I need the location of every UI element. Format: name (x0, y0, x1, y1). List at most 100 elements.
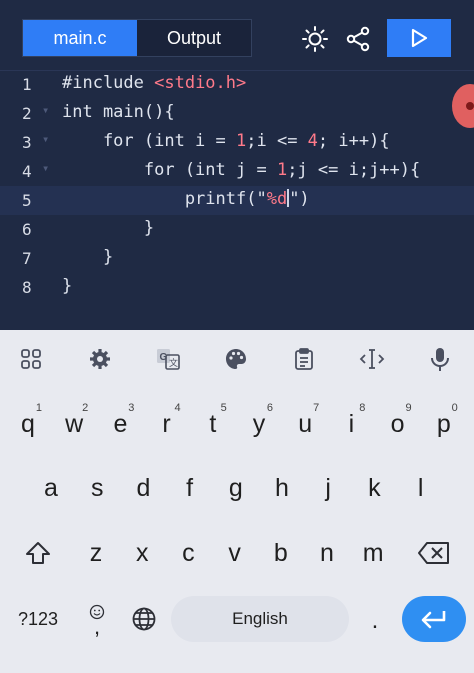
code-line: 1 #include <stdio.h> (0, 70, 474, 99)
line-number: 8 (22, 278, 32, 297)
code-text: #include <stdio.h> (62, 73, 247, 93)
key-h[interactable]: h (262, 464, 302, 512)
key-label: w (65, 409, 84, 438)
emoji-comma-key[interactable]: , (80, 596, 114, 642)
code-line-active: 5 printf("%d ") (0, 186, 474, 215)
key-x[interactable]: x (122, 529, 162, 577)
key-o[interactable]: o9 (378, 400, 418, 448)
code-area[interactable]: 1 #include <stdio.h> 2 ▾ int main(){ 3 ▾ for… (0, 70, 474, 302)
key-label: i (348, 409, 355, 438)
enter-icon (421, 611, 446, 629)
tab-output[interactable]: Output (137, 20, 251, 56)
apps-grid-icon[interactable] (13, 344, 49, 374)
key-label: u (298, 409, 313, 438)
text-caret (287, 189, 290, 207)
code-line: 8} (0, 273, 474, 302)
key-label: f (186, 473, 194, 502)
code-text: printf("%d ") (62, 189, 310, 209)
line-number: 4 (22, 162, 32, 181)
key-label: j (325, 473, 331, 502)
key-number-hint: 6 (266, 402, 273, 414)
gear-icon[interactable] (82, 344, 118, 374)
backspace-key[interactable] (412, 529, 456, 577)
key-number-hint: 1 (35, 402, 42, 414)
key-f[interactable]: f (170, 464, 210, 512)
code-text: } (62, 218, 155, 238)
fold-marker[interactable]: ▾ (42, 103, 49, 117)
key-c[interactable]: c (168, 529, 208, 577)
key-p[interactable]: p0 (424, 400, 464, 448)
key-label: x (135, 538, 149, 567)
key-a[interactable]: a (31, 464, 71, 512)
sun-icon[interactable] (298, 22, 332, 56)
key-m[interactable]: m (353, 529, 393, 577)
key-w[interactable]: w2 (54, 400, 94, 448)
key-t[interactable]: t5 (193, 400, 233, 448)
fold-marker[interactable]: ▾ (42, 161, 49, 175)
key-number-hint: 8 (359, 402, 366, 414)
line-number: 3 (22, 133, 32, 152)
key-label: q (21, 409, 35, 438)
tab-main-c[interactable]: main.c (23, 20, 137, 56)
key-d[interactable]: d (123, 464, 163, 512)
line-number: 1 (22, 75, 32, 94)
key-u[interactable]: u7 (285, 400, 325, 448)
code-text: for (int i = 1;i <= 4; i++){ (62, 131, 390, 151)
key-e[interactable]: e3 (100, 400, 140, 448)
key-label: l (417, 473, 424, 502)
key-q[interactable]: q1 (8, 400, 48, 448)
key-label: c (182, 538, 195, 567)
key-label: s (90, 473, 104, 502)
key-label: o (390, 409, 405, 438)
key-r[interactable]: r4 (147, 400, 187, 448)
key-n[interactable]: n (307, 529, 347, 577)
key-z[interactable]: z (76, 529, 116, 577)
period-key[interactable]: . (360, 604, 390, 638)
shift-key[interactable] (18, 529, 58, 577)
key-number-hint: 2 (82, 402, 89, 414)
globe-icon[interactable] (124, 598, 164, 640)
file-tabs: main.c Output (22, 19, 252, 57)
key-k[interactable]: k (354, 464, 394, 512)
line-number: 7 (22, 249, 32, 268)
code-line: 2 ▾ int main(){ (0, 99, 474, 128)
enter-key[interactable] (402, 596, 466, 642)
key-label: h (275, 473, 289, 502)
run-button[interactable] (387, 19, 451, 57)
key-label: z (89, 538, 103, 567)
key-label: n (320, 538, 334, 567)
line-number: 5 (22, 191, 32, 210)
code-line: 6 } (0, 215, 474, 244)
clipboard-icon[interactable] (286, 344, 322, 374)
space-bar[interactable]: English (171, 596, 349, 642)
key-label: d (136, 473, 151, 502)
key-number-hint: 5 (220, 402, 227, 414)
key-number-hint: 7 (313, 402, 320, 414)
line-number: 6 (22, 220, 32, 239)
symbols-key[interactable]: ?123 (8, 598, 68, 640)
code-line: 3 ▾ for (int i = 1;i <= 4; i++){ (0, 128, 474, 157)
key-i[interactable]: i8 (331, 400, 371, 448)
palette-icon[interactable] (218, 344, 254, 374)
key-number-hint: 9 (405, 402, 412, 414)
key-b[interactable]: b (261, 529, 301, 577)
key-label: t (209, 409, 217, 438)
key-label: y (252, 409, 266, 438)
fold-marker[interactable]: ▾ (42, 132, 49, 146)
key-y[interactable]: y6 (239, 400, 279, 448)
key-g[interactable]: g (216, 464, 256, 512)
key-v[interactable]: v (215, 529, 255, 577)
translate-icon[interactable]: G 文 (150, 344, 186, 374)
share-icon[interactable] (341, 22, 375, 56)
code-text: } (62, 247, 114, 267)
key-l[interactable]: l (401, 464, 441, 512)
microphone-icon[interactable] (422, 344, 458, 374)
line-number: 2 (22, 104, 32, 123)
key-label: m (362, 538, 384, 567)
key-s[interactable]: s (77, 464, 117, 512)
code-line: 7 } (0, 244, 474, 273)
key-number-hint: 0 (451, 402, 458, 414)
key-label: v (228, 538, 241, 567)
text-cursor-icon[interactable] (354, 344, 390, 374)
key-j[interactable]: j (308, 464, 348, 512)
